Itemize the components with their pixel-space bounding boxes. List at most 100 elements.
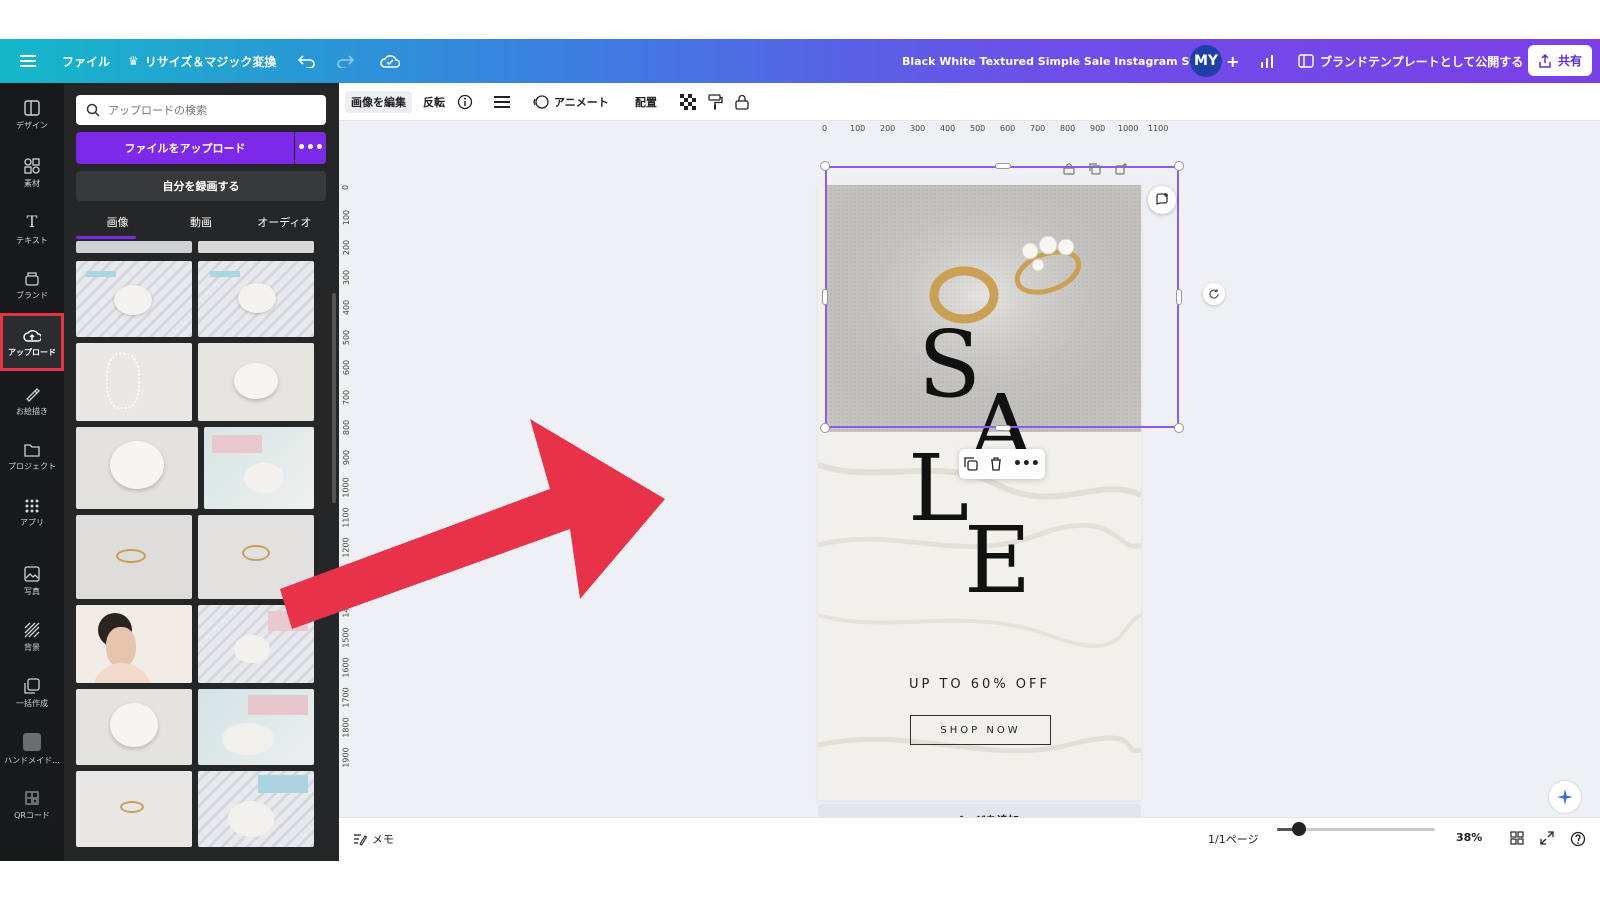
refresh-comment-button[interactable] — [1148, 186, 1176, 214]
tab-videos[interactable]: 動画 — [159, 207, 242, 237]
page-indicator[interactable]: 1/1ページ — [1208, 831, 1258, 847]
rail-item-projects[interactable]: プロジェクト — [0, 429, 64, 485]
redo-icon[interactable] — [336, 54, 354, 68]
grid-view-icon[interactable] — [1510, 831, 1524, 845]
rail-item-uploads[interactable]: アップロード — [0, 313, 64, 371]
cloud-saved-icon[interactable] — [380, 54, 400, 68]
sale-letter-e[interactable]: E — [964, 515, 1031, 607]
uploaded-image[interactable] — [76, 261, 192, 337]
uploaded-image[interactable] — [198, 771, 314, 847]
rail-item-text[interactable]: T テキスト — [0, 201, 64, 257]
magic-assistant-button[interactable] — [1548, 780, 1582, 814]
share-button[interactable]: 共有 — [1528, 45, 1593, 76]
background-icon — [24, 622, 40, 637]
ruler-tick: 600 — [342, 359, 352, 376]
apps-grid-icon — [25, 499, 39, 512]
horizontal-ruler: 0 100 200 300 400 500 600 700 800 900 10… — [818, 123, 1178, 139]
file-menu[interactable]: ファイル — [62, 53, 110, 70]
rail-item-apps[interactable]: アプリ — [0, 485, 64, 541]
position-button[interactable]: 配置 — [635, 91, 657, 113]
paint-roller-icon[interactable] — [707, 91, 723, 113]
rail-label: テキスト — [16, 236, 48, 245]
duplicate-icon[interactable] — [1089, 163, 1101, 175]
resize-handle[interactable] — [1176, 289, 1182, 305]
zoom-level[interactable]: 38% — [1456, 831, 1482, 844]
fullscreen-icon[interactable] — [1540, 831, 1554, 845]
uploaded-image[interactable] — [198, 343, 314, 421]
active-tab-indicator — [76, 236, 136, 239]
frame-quick-actions — [1063, 163, 1127, 175]
bulk-create-icon — [24, 677, 40, 694]
resize-magic-button[interactable]: ♛ リサイズ＆マジック変換 — [128, 53, 276, 70]
shop-now-box[interactable]: SHOP NOW — [910, 715, 1051, 745]
resize-handle[interactable] — [820, 161, 830, 171]
lock-icon[interactable] — [735, 91, 749, 113]
context-toolbar: 画像を編集 反転 アニメート 配置 — [339, 83, 1600, 121]
upload-file-button[interactable]: ファイルをアップロード — [76, 132, 294, 164]
rail-item-backgrounds[interactable]: 背景 — [0, 609, 64, 665]
ruler-tick: 0 — [822, 124, 828, 133]
uploaded-image[interactable] — [76, 689, 192, 765]
duplicate-icon[interactable] — [964, 457, 978, 471]
zoom-slider-knob[interactable] — [1292, 822, 1307, 836]
search-input[interactable] — [108, 103, 308, 117]
resize-handle[interactable] — [822, 289, 828, 305]
resize-handle[interactable] — [1174, 161, 1184, 171]
rail-item-design[interactable]: デザイン — [0, 87, 64, 143]
uploaded-image[interactable] — [76, 605, 192, 683]
upload-search[interactable] — [76, 95, 326, 125]
rail-item-handmade[interactable]: ハンドメイド... — [0, 721, 64, 777]
uploaded-image[interactable] — [76, 427, 198, 509]
document-title[interactable]: Black White Textured Simple Sale Instagr… — [902, 55, 1215, 68]
uploaded-image[interactable] — [198, 241, 314, 253]
trash-icon[interactable] — [989, 457, 1003, 471]
insights-chart-icon[interactable] — [1260, 54, 1276, 68]
offer-text[interactable]: UP TO 60% OFF — [818, 677, 1141, 692]
more-options-icon[interactable]: ••• — [1013, 456, 1040, 472]
resize-handle[interactable] — [1174, 423, 1184, 433]
resize-handle[interactable] — [820, 423, 830, 433]
add-collaborator-icon[interactable]: + — [1226, 52, 1239, 71]
rail-item-draw[interactable]: お絵描き — [0, 373, 64, 429]
undo-icon[interactable] — [298, 54, 316, 68]
bottom-bar: メモ 1/1ページ 38% — [339, 817, 1600, 861]
add-page-icon[interactable] — [1115, 163, 1127, 175]
lock-icon[interactable] — [1063, 163, 1075, 175]
rail-item-bulk-create[interactable]: 一括作成 — [0, 665, 64, 721]
transparency-icon[interactable] — [680, 91, 696, 113]
resize-handle[interactable] — [995, 425, 1011, 431]
rail-item-photos[interactable]: 写真 — [0, 553, 64, 609]
canva-editor: ファイル ♛ リサイズ＆マジック変換 Black White Textured … — [0, 39, 1600, 861]
publish-template-button[interactable]: ブランドテンプレートとして公開する — [1298, 53, 1523, 70]
handmade-icon — [23, 732, 41, 751]
uploaded-image[interactable] — [76, 241, 192, 253]
notes-button[interactable]: メモ — [353, 831, 394, 847]
publish-template-label: ブランドテンプレートとして公開する — [1320, 54, 1524, 69]
uploaded-image[interactable] — [76, 343, 192, 421]
tab-audio[interactable]: オーディオ — [243, 207, 326, 237]
rail-item-elements[interactable]: 素材 — [0, 145, 64, 201]
edit-image-button[interactable]: 画像を編集 — [345, 91, 412, 113]
layout-icon — [24, 99, 40, 116]
animate-button[interactable]: アニメート — [533, 91, 609, 113]
upload-more-button[interactable]: ••• — [295, 132, 326, 164]
uploaded-image[interactable] — [198, 261, 314, 337]
tab-images[interactable]: 画像 — [76, 207, 159, 237]
flip-button[interactable]: 反転 — [423, 91, 445, 113]
uploaded-image[interactable] — [76, 771, 192, 847]
uploaded-image[interactable] — [76, 515, 192, 599]
info-icon[interactable] — [457, 91, 473, 113]
help-icon[interactable] — [1570, 831, 1586, 847]
rotate-handle[interactable] — [1203, 283, 1225, 305]
border-style-icon[interactable] — [494, 91, 510, 113]
avatar[interactable]: MY — [1190, 45, 1222, 77]
sparkle-icon — [1557, 789, 1573, 805]
menu-icon[interactable] — [20, 54, 36, 68]
record-yourself-button[interactable]: 自分を録画する — [76, 171, 326, 201]
rail-item-qr-code[interactable]: QRコード — [0, 777, 64, 833]
resize-handle[interactable] — [995, 163, 1011, 169]
uploaded-image[interactable] — [198, 689, 314, 765]
ruler-tick: 1700 — [341, 687, 351, 708]
ruler-tick: 700 — [1030, 124, 1046, 133]
rail-item-brand[interactable]: ブランド — [0, 257, 64, 313]
